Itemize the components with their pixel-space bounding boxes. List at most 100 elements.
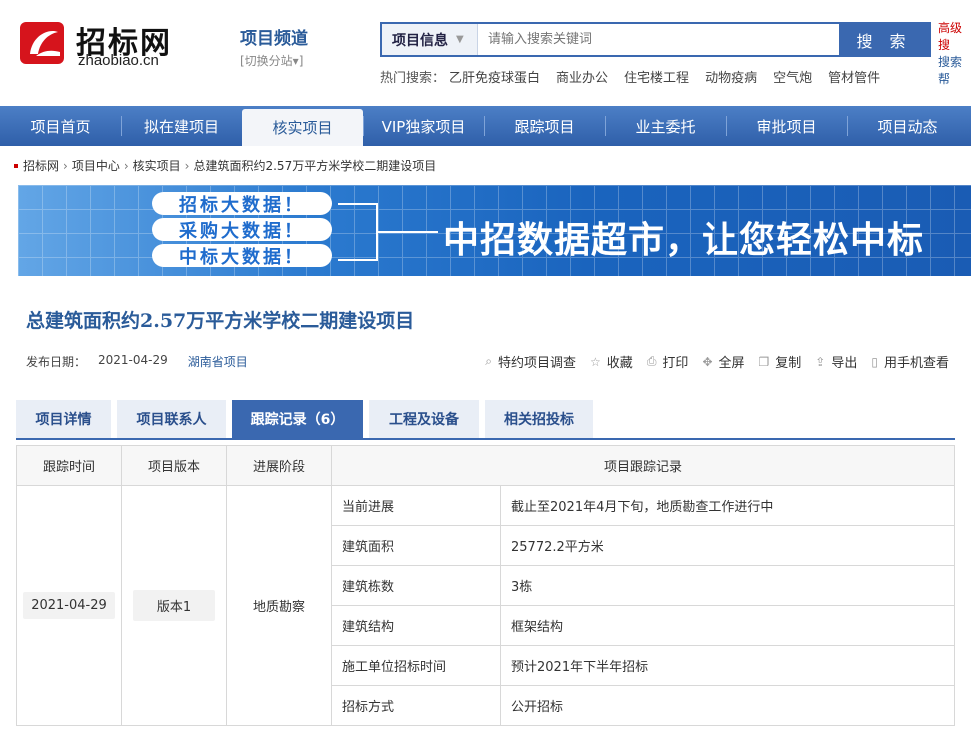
breadcrumb-link[interactable]: 招标网 <box>23 157 59 174</box>
tab-related-bids[interactable]: 相关招投标 <box>485 400 593 438</box>
phone-icon: ▯ <box>871 354 878 369</box>
fullscreen-button[interactable]: ✥ 全屏 <box>702 352 745 372</box>
banner-tags: 招标大数据！ 采购大数据！ 中标大数据！ <box>152 192 332 270</box>
investigate-button[interactable]: ⌕ 特约项目调查 <box>485 352 576 371</box>
logo-mark-icon <box>20 22 64 64</box>
banner-bracket <box>338 203 378 261</box>
hot-search-item[interactable]: 商业办公 <box>556 67 608 86</box>
project-meta: 发布日期： 2021-04-29 湖南省项目 <box>26 353 248 370</box>
tool-label: 用手机查看 <box>883 356 949 371</box>
advanced-search-link[interactable]: 高级搜 <box>938 20 971 54</box>
banner-tag: 采购大数据！ <box>152 218 332 242</box>
nav-item-news[interactable]: 项目动态 <box>847 106 968 146</box>
nav-item-owner[interactable]: 业主委托 <box>605 106 726 146</box>
track-time: 2021-04-29 <box>23 592 115 619</box>
record-label: 招标方式 <box>331 685 501 726</box>
version-cell: 版本1 <box>121 485 227 726</box>
tool-label: 打印 <box>662 356 689 371</box>
nav-item-approval[interactable]: 审批项目 <box>726 106 847 146</box>
record-value: 框架结构 <box>500 605 955 646</box>
banner-tag: 招标大数据！ <box>152 192 332 216</box>
copy-button[interactable]: ❐ 复制 <box>758 352 802 372</box>
publish-date: 2021-04-29 <box>98 353 168 367</box>
breadcrumb-current[interactable]: 总建筑面积约2.57万平方米学校二期建设项目 <box>193 157 436 174</box>
tool-label: 特约项目调查 <box>498 356 577 371</box>
search-help-link[interactable]: 搜索帮 <box>938 54 971 88</box>
toolbar: ⌕ 特约项目调查 ☆ 收藏 ⎙ 打印 ✥ 全屏 ❐ 复制 ⇪ 导出 ▯ 用手机查看 <box>471 352 949 371</box>
record-value: 公开招标 <box>500 685 955 726</box>
chevron-right-icon: › <box>63 158 68 173</box>
search-input[interactable] <box>478 24 839 55</box>
search-button[interactable]: 搜 索 <box>839 24 929 55</box>
channel-title: 项目频道 <box>240 29 308 49</box>
hot-search-item[interactable]: 住宅楼工程 <box>624 67 689 86</box>
print-button[interactable]: ⎙ 打印 <box>647 352 689 371</box>
record-label: 当前进展 <box>331 485 501 526</box>
date-label: 发布日期： <box>26 355 87 369</box>
record-value: 3栋 <box>500 565 955 606</box>
banner-connector <box>378 231 438 233</box>
banner-slogan: 中招数据超市，让您轻松中标 <box>443 220 925 261</box>
record-label: 建筑结构 <box>331 605 501 646</box>
version-badge: 版本1 <box>132 590 216 621</box>
tool-label: 导出 <box>831 356 858 371</box>
track-time-cell: 2021-04-29 <box>16 485 122 726</box>
col-header-time: 跟踪时间 <box>16 445 122 486</box>
record-label: 施工单位招标时间 <box>331 645 501 686</box>
record-label: 建筑面积 <box>331 525 501 566</box>
breadcrumb: 招标网 › 项目中心 › 核实项目 › 总建筑面积约2.57万平方米学校二期建设… <box>14 157 436 174</box>
switch-branch-link[interactable]: [切换分站▾] <box>240 52 308 69</box>
hot-search-item[interactable]: 乙肝免疫球蛋白 <box>449 67 540 86</box>
hot-search-item[interactable]: 管材管件 <box>828 67 880 86</box>
printer-icon: ⎙ <box>646 354 657 368</box>
region-link[interactable]: 湖南省项目 <box>188 353 248 370</box>
record-value: 截止至2021年4月下旬，地质勘查工作进行中 <box>500 485 955 526</box>
search-bar: 项目信息 ▼ 搜 索 <box>380 22 931 57</box>
mobile-view-button[interactable]: ▯ 用手机查看 <box>871 352 949 372</box>
nav-item-home[interactable]: 项目首页 <box>0 106 121 146</box>
tool-label: 复制 <box>775 356 802 371</box>
record-value: 预计2021年下半年招标 <box>500 645 955 686</box>
record-value: 25772.2平方米 <box>500 525 955 566</box>
channel-block: 项目频道 [切换分站▾] <box>240 24 308 69</box>
bullet-icon <box>14 163 18 168</box>
page-title: 总建筑面积约2.57万平方米学校二期建设项目 <box>26 310 415 332</box>
tool-label: 收藏 <box>606 356 633 371</box>
nav-item-verified[interactable]: 核实项目 <box>242 109 363 146</box>
search-icon: ⌕ <box>485 354 493 368</box>
tracking-table: 跟踪时间 项目版本 进展阶段 项目跟踪记录 2021-04-29 版本1 地质勘… <box>16 445 955 726</box>
nav-item-tracking[interactable]: 跟踪项目 <box>484 106 605 146</box>
nav-item-planned[interactable]: 拟在建项目 <box>121 106 242 146</box>
export-button[interactable]: ⇪ 导出 <box>815 352 858 372</box>
tab-tracking[interactable]: 跟踪记录（6） <box>232 400 363 438</box>
site-logo[interactable]: 招标网 zhaobiao.cn <box>18 18 198 70</box>
hot-search-item[interactable]: 空气炮 <box>773 67 812 86</box>
tab-details[interactable]: 项目详情 <box>16 400 111 438</box>
copy-icon: ❐ <box>758 354 770 369</box>
main-nav: 项目首页 拟在建项目 核实项目 VIP独家项目 跟踪项目 业主委托 审批项目 项… <box>0 106 971 146</box>
breadcrumb-link[interactable]: 项目中心 <box>72 157 120 174</box>
table-header-row: 跟踪时间 项目版本 进展阶段 项目跟踪记录 <box>16 445 955 486</box>
tab-equipment[interactable]: 工程及设备 <box>369 400 479 438</box>
stage-cell: 地质勘察 <box>226 485 332 726</box>
hot-search-item[interactable]: 动物疫病 <box>705 67 757 86</box>
chevron-down-icon: ▼ <box>456 34 464 45</box>
hot-search-label: 热门搜索： <box>380 71 446 86</box>
col-header-records: 项目跟踪记录 <box>331 445 955 486</box>
favorite-button[interactable]: ☆ 收藏 <box>590 352 633 372</box>
tab-contacts[interactable]: 项目联系人 <box>117 400 226 438</box>
site-header: 招标网 zhaobiao.cn 项目频道 [切换分站▾] 项目信息 ▼ 搜 索 … <box>0 0 971 106</box>
chevron-right-icon: › <box>123 158 129 173</box>
breadcrumb-link[interactable]: 核实项目 <box>133 157 181 174</box>
detail-tabs: 项目详情 项目联系人 跟踪记录（6） 工程及设备 相关招投标 <box>16 400 955 440</box>
nav-item-vip[interactable]: VIP独家项目 <box>363 106 484 146</box>
hot-searches: 热门搜索： 乙肝免疫球蛋白 商业办公 住宅楼工程 动物疫病 空气炮 管材管件 <box>380 67 896 86</box>
tool-label: 全屏 <box>718 356 745 371</box>
export-icon: ⇪ <box>815 354 826 369</box>
search-category-select[interactable]: 项目信息 ▼ <box>382 24 478 55</box>
advanced-search-links: 高级搜 搜索帮 <box>938 20 971 88</box>
fullscreen-icon: ✥ <box>702 354 713 369</box>
promo-banner[interactable]: 招标大数据！ 采购大数据！ 中标大数据！ 中招数据超市，让您轻松中标 <box>18 185 971 276</box>
col-header-stage: 进展阶段 <box>226 445 332 486</box>
search-category-label: 项目信息 <box>392 32 448 49</box>
